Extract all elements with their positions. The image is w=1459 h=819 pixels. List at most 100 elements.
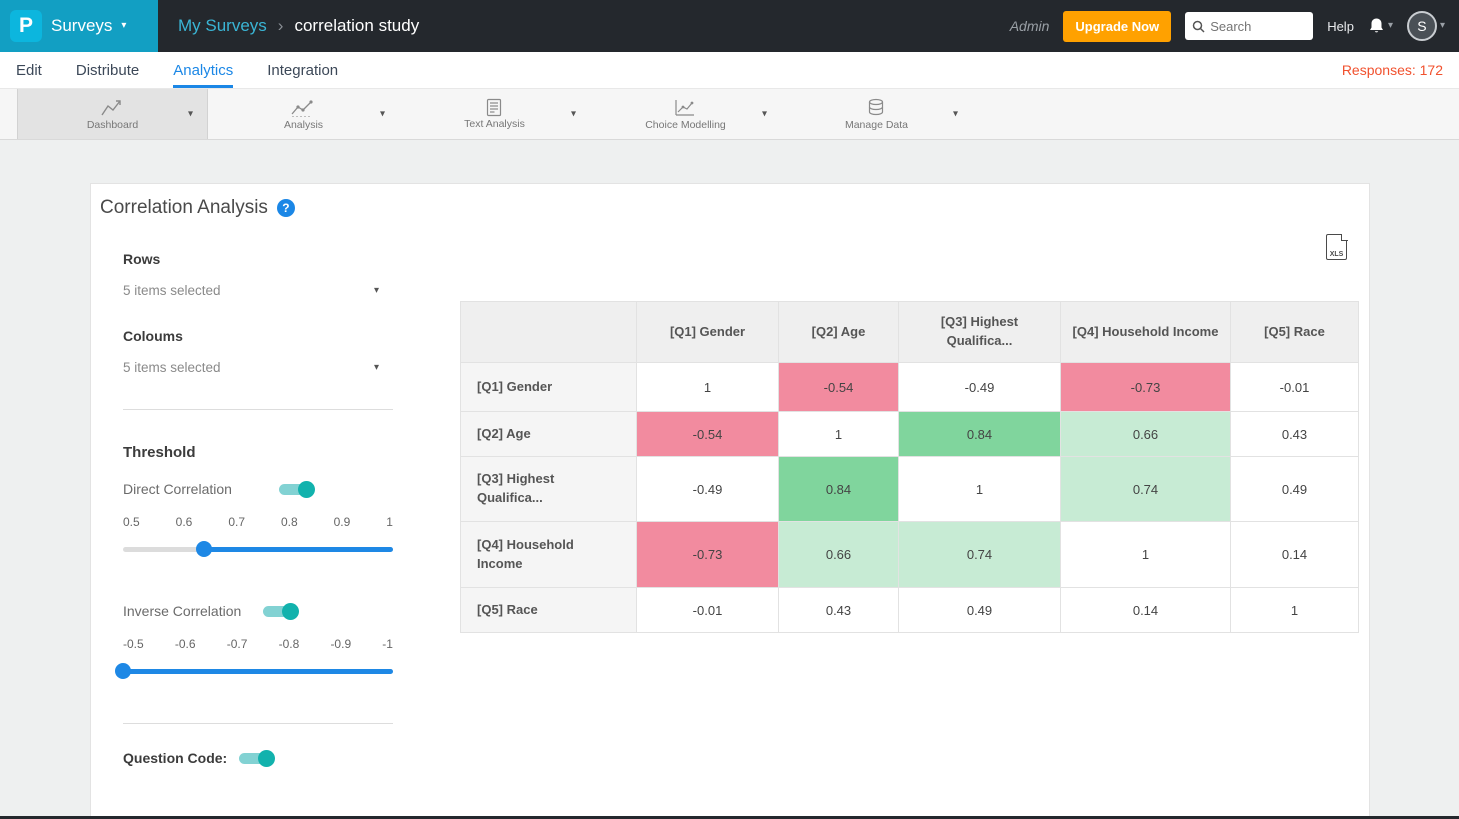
correlation-cell: 1: [1061, 522, 1231, 588]
breadcrumb: My Surveys › correlation study: [178, 16, 419, 36]
correlation-cell: -0.54: [779, 363, 899, 412]
direct-threshold-slider[interactable]: [123, 541, 393, 557]
toolbar-item-dashboard[interactable]: Dashboard ▾: [17, 89, 208, 139]
toolbar-item-choice-modelling[interactable]: Choice Modelling ▾: [590, 89, 781, 139]
chevron-down-icon[interactable]: ▾: [380, 109, 385, 120]
responses-count[interactable]: Responses: 172: [1342, 52, 1443, 88]
notifications-button[interactable]: ▾: [1368, 17, 1393, 35]
correlation-cell: 0.14: [1061, 588, 1231, 633]
rows-select-value: 5 items selected: [123, 283, 221, 298]
folded-corner-icon: [1341, 234, 1348, 241]
search-box[interactable]: [1185, 12, 1313, 40]
tick-label: -0.7: [227, 637, 248, 651]
correlation-cell: -0.54: [637, 412, 779, 457]
rows-select[interactable]: 5 items selected ▾: [123, 283, 393, 298]
columns-select[interactable]: 5 items selected ▾: [123, 360, 393, 375]
tick-label: -0.8: [279, 637, 300, 651]
correlation-cell: 1: [637, 363, 779, 412]
correlation-cell: -0.49: [637, 457, 779, 522]
divider: [123, 723, 393, 724]
page-title: Correlation Analysis: [100, 197, 268, 219]
tick-label: 0.9: [334, 515, 351, 529]
toolbar-item-analysis[interactable]: Analysis ▾: [208, 89, 399, 139]
direct-correlation-toggle[interactable]: [279, 482, 313, 496]
direct-correlation-label: Direct Correlation: [123, 481, 279, 497]
row-header: [Q2] Age: [461, 412, 637, 457]
correlation-cell: 0.74: [899, 522, 1061, 588]
export-xls-button[interactable]: XLS: [1326, 234, 1347, 260]
chevron-down-icon: ▾: [374, 286, 379, 296]
correlation-cell: 1: [899, 457, 1061, 522]
columns-label: Coloums: [123, 328, 393, 344]
column-header: [Q2] Age: [779, 302, 899, 363]
chevron-down-icon[interactable]: ▾: [571, 109, 576, 120]
tab-integration[interactable]: Integration: [267, 52, 338, 88]
chevron-down-icon[interactable]: ▾: [762, 109, 767, 120]
toolbar-item-text-analysis[interactable]: Text Analysis ▾: [399, 89, 590, 139]
account-menu[interactable]: S ▾: [1407, 11, 1445, 41]
correlation-controls-sidebar: Rows 5 items selected ▾ Coloums 5 items …: [123, 239, 393, 766]
correlation-cell: 0.49: [899, 588, 1061, 633]
correlation-matrix-wrap: [Q1] Gender[Q2] Age[Q3] Highest Qualific…: [460, 301, 1359, 633]
tick-label: -0.5: [123, 637, 144, 651]
table-row: [Q5] Race-0.010.430.490.141: [461, 588, 1359, 633]
toolbar-item-manage-data[interactable]: Manage Data ▾: [781, 89, 972, 139]
search-input[interactable]: [1210, 19, 1306, 34]
help-link[interactable]: Help: [1327, 19, 1354, 34]
correlation-cell: 0.66: [1061, 412, 1231, 457]
correlation-cell: 0.43: [779, 588, 899, 633]
inverse-threshold-scale: -0.5-0.6-0.7-0.8-0.9-1: [123, 637, 393, 651]
tick-label: 0.8: [281, 515, 298, 529]
question-code-row: Question Code:: [123, 750, 393, 766]
topbar-right-group: Admin Upgrade Now Help ▾ S ▾: [1010, 11, 1459, 42]
chevron-down-icon[interactable]: ▾: [953, 109, 958, 120]
questionpro-logo: P: [10, 10, 42, 42]
survey-nav: Edit Distribute Analytics Integration Re…: [0, 52, 1459, 89]
tab-edit[interactable]: Edit: [16, 52, 42, 88]
correlation-analysis-panel: Correlation Analysis ? XLS Rows 5 items …: [90, 183, 1370, 819]
breadcrumb-separator-icon: ›: [278, 16, 284, 36]
tab-distribute[interactable]: Distribute: [76, 52, 139, 88]
inverse-correlation-toggle[interactable]: [263, 604, 297, 618]
row-header: [Q1] Gender: [461, 363, 637, 412]
table-row: [Q3] Highest Qualifica...-0.490.8410.740…: [461, 457, 1359, 522]
slider-thumb[interactable]: [196, 541, 212, 557]
correlation-cell: 0.49: [1231, 457, 1359, 522]
help-tooltip-icon[interactable]: ?: [277, 199, 295, 217]
chevron-down-icon[interactable]: ▾: [188, 109, 193, 120]
table-row: [Q2] Age-0.5410.840.660.43: [461, 412, 1359, 457]
correlation-cell: -0.73: [1061, 363, 1231, 412]
inverse-threshold-slider[interactable]: [123, 663, 393, 679]
row-header: [Q4] Household Income: [461, 522, 637, 588]
table-corner-cell: [461, 302, 637, 363]
surveys-product-switcher[interactable]: P Surveys ▾: [0, 0, 158, 52]
correlation-cell: -0.01: [1231, 363, 1359, 412]
breadcrumb-my-surveys-link[interactable]: My Surveys: [178, 16, 267, 36]
row-header: [Q3] Highest Qualifica...: [461, 457, 637, 522]
slider-fill: [204, 547, 393, 552]
correlation-cell: 0.84: [779, 457, 899, 522]
analytics-toolbar: Dashboard ▾ Analysis ▾ Text Analysis ▾ C…: [0, 89, 1459, 140]
tick-label: 0.5: [123, 515, 140, 529]
question-code-toggle[interactable]: [239, 751, 273, 765]
inverse-correlation-label: Inverse Correlation: [123, 603, 263, 619]
correlation-cell: -0.73: [637, 522, 779, 588]
slider-thumb[interactable]: [115, 663, 131, 679]
tick-label: -1: [382, 637, 393, 651]
breadcrumb-current-page: correlation study: [294, 16, 419, 36]
tab-analytics[interactable]: Analytics: [173, 52, 233, 88]
bell-icon: [1368, 17, 1385, 35]
direct-threshold-scale: 0.50.60.70.80.91: [123, 515, 393, 529]
tick-label: 0.6: [176, 515, 193, 529]
database-icon: [867, 98, 885, 118]
upgrade-now-button[interactable]: Upgrade Now: [1063, 11, 1171, 42]
question-code-label: Question Code:: [123, 750, 239, 766]
correlation-cell: 0.66: [779, 522, 899, 588]
search-icon: [1192, 20, 1205, 33]
chevron-down-icon: ▾: [1388, 21, 1393, 31]
correlation-cell: -0.01: [637, 588, 779, 633]
correlation-cell: 1: [1231, 588, 1359, 633]
correlation-cell: -0.49: [899, 363, 1061, 412]
avatar: S: [1407, 11, 1437, 41]
tick-label: -0.6: [175, 637, 196, 651]
